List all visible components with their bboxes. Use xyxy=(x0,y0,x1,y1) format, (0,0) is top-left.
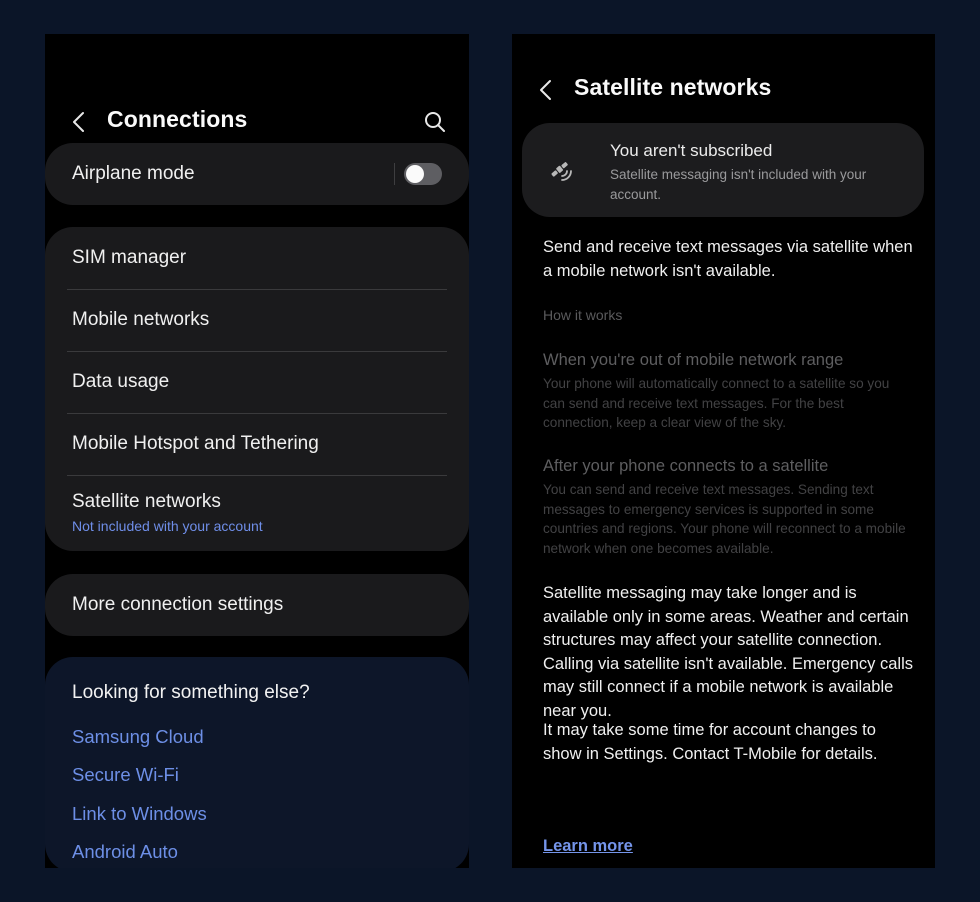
more-connection-settings-item[interactable]: More connection settings xyxy=(45,574,469,636)
suggestions-card: Looking for something else? Samsung Clou… xyxy=(45,657,469,868)
learn-more-link[interactable]: Learn more xyxy=(543,837,633,856)
notice-title: You aren't subscribed xyxy=(610,141,773,160)
sim-manager-label: SIM manager xyxy=(72,247,187,268)
mobile-hotspot-item[interactable]: Mobile Hotspot and Tethering xyxy=(45,414,469,475)
page-title: Satellite networks xyxy=(574,74,772,100)
airplane-mode-row[interactable]: Airplane mode xyxy=(45,143,469,205)
back-button[interactable] xyxy=(536,78,556,102)
step-body: Your phone will automatically connect to… xyxy=(543,376,890,431)
satellite-networks-label: Satellite networks xyxy=(72,491,221,512)
data-usage-item[interactable]: Data usage xyxy=(45,352,469,413)
airplane-mode-label: Airplane mode xyxy=(72,163,195,184)
toggle-knob xyxy=(406,165,424,183)
step-title: After your phone connects to a satellite xyxy=(543,457,829,475)
back-button[interactable] xyxy=(69,110,89,134)
search-button[interactable] xyxy=(423,110,447,134)
chevron-left-icon xyxy=(73,112,84,132)
data-usage-label: Data usage xyxy=(72,371,170,392)
link-to-windows-link[interactable]: Link to Windows xyxy=(72,803,207,825)
page-title: Connections xyxy=(107,106,248,132)
how-it-works-heading: How it works xyxy=(543,307,623,323)
subscription-notice: You aren't subscribed Satellite messagin… xyxy=(522,123,924,217)
connections-screen: Connections Airplane mode SIM manager Mo… xyxy=(45,34,469,868)
chevron-left-icon xyxy=(540,80,551,100)
satellite-networks-item[interactable]: Satellite networks Not included with you… xyxy=(45,476,469,551)
samsung-cloud-link[interactable]: Samsung Cloud xyxy=(72,726,204,748)
notice-body: Satellite messaging isn't included with … xyxy=(610,167,867,202)
intro-text: Send and receive text messages via satel… xyxy=(543,238,913,280)
app-bar: Satellite networks xyxy=(512,72,935,108)
step-body: You can send and receive text messages. … xyxy=(543,482,906,556)
mobile-networks-item[interactable]: Mobile networks xyxy=(45,290,469,351)
satellite-networks-status: Not included with your account xyxy=(72,518,263,534)
suggestions-title: Looking for something else? xyxy=(72,682,310,703)
satellite-networks-screen: Satellite networks You aren't subscribed… xyxy=(512,34,935,868)
mobile-networks-label: Mobile networks xyxy=(72,309,210,330)
satellite-icon xyxy=(551,162,572,181)
airplane-mode-toggle[interactable] xyxy=(404,163,442,185)
sim-manager-item[interactable]: SIM manager xyxy=(45,227,469,289)
disclaimer-text: Satellite messaging may take longer and … xyxy=(543,584,913,720)
mobile-hotspot-label: Mobile Hotspot and Tethering xyxy=(72,433,319,454)
more-connection-settings-label: More connection settings xyxy=(72,594,284,615)
toggle-separator xyxy=(394,163,395,185)
secure-wifi-link[interactable]: Secure Wi-Fi xyxy=(72,764,179,786)
app-bar: Connections xyxy=(45,104,469,140)
search-icon xyxy=(425,112,445,132)
android-auto-link[interactable]: Android Auto xyxy=(72,841,178,863)
step-title: When you're out of mobile network range xyxy=(543,351,844,369)
account-note-text: It may take some time for account change… xyxy=(543,721,878,763)
connections-group: SIM manager Mobile networks Data usage M… xyxy=(45,227,469,551)
